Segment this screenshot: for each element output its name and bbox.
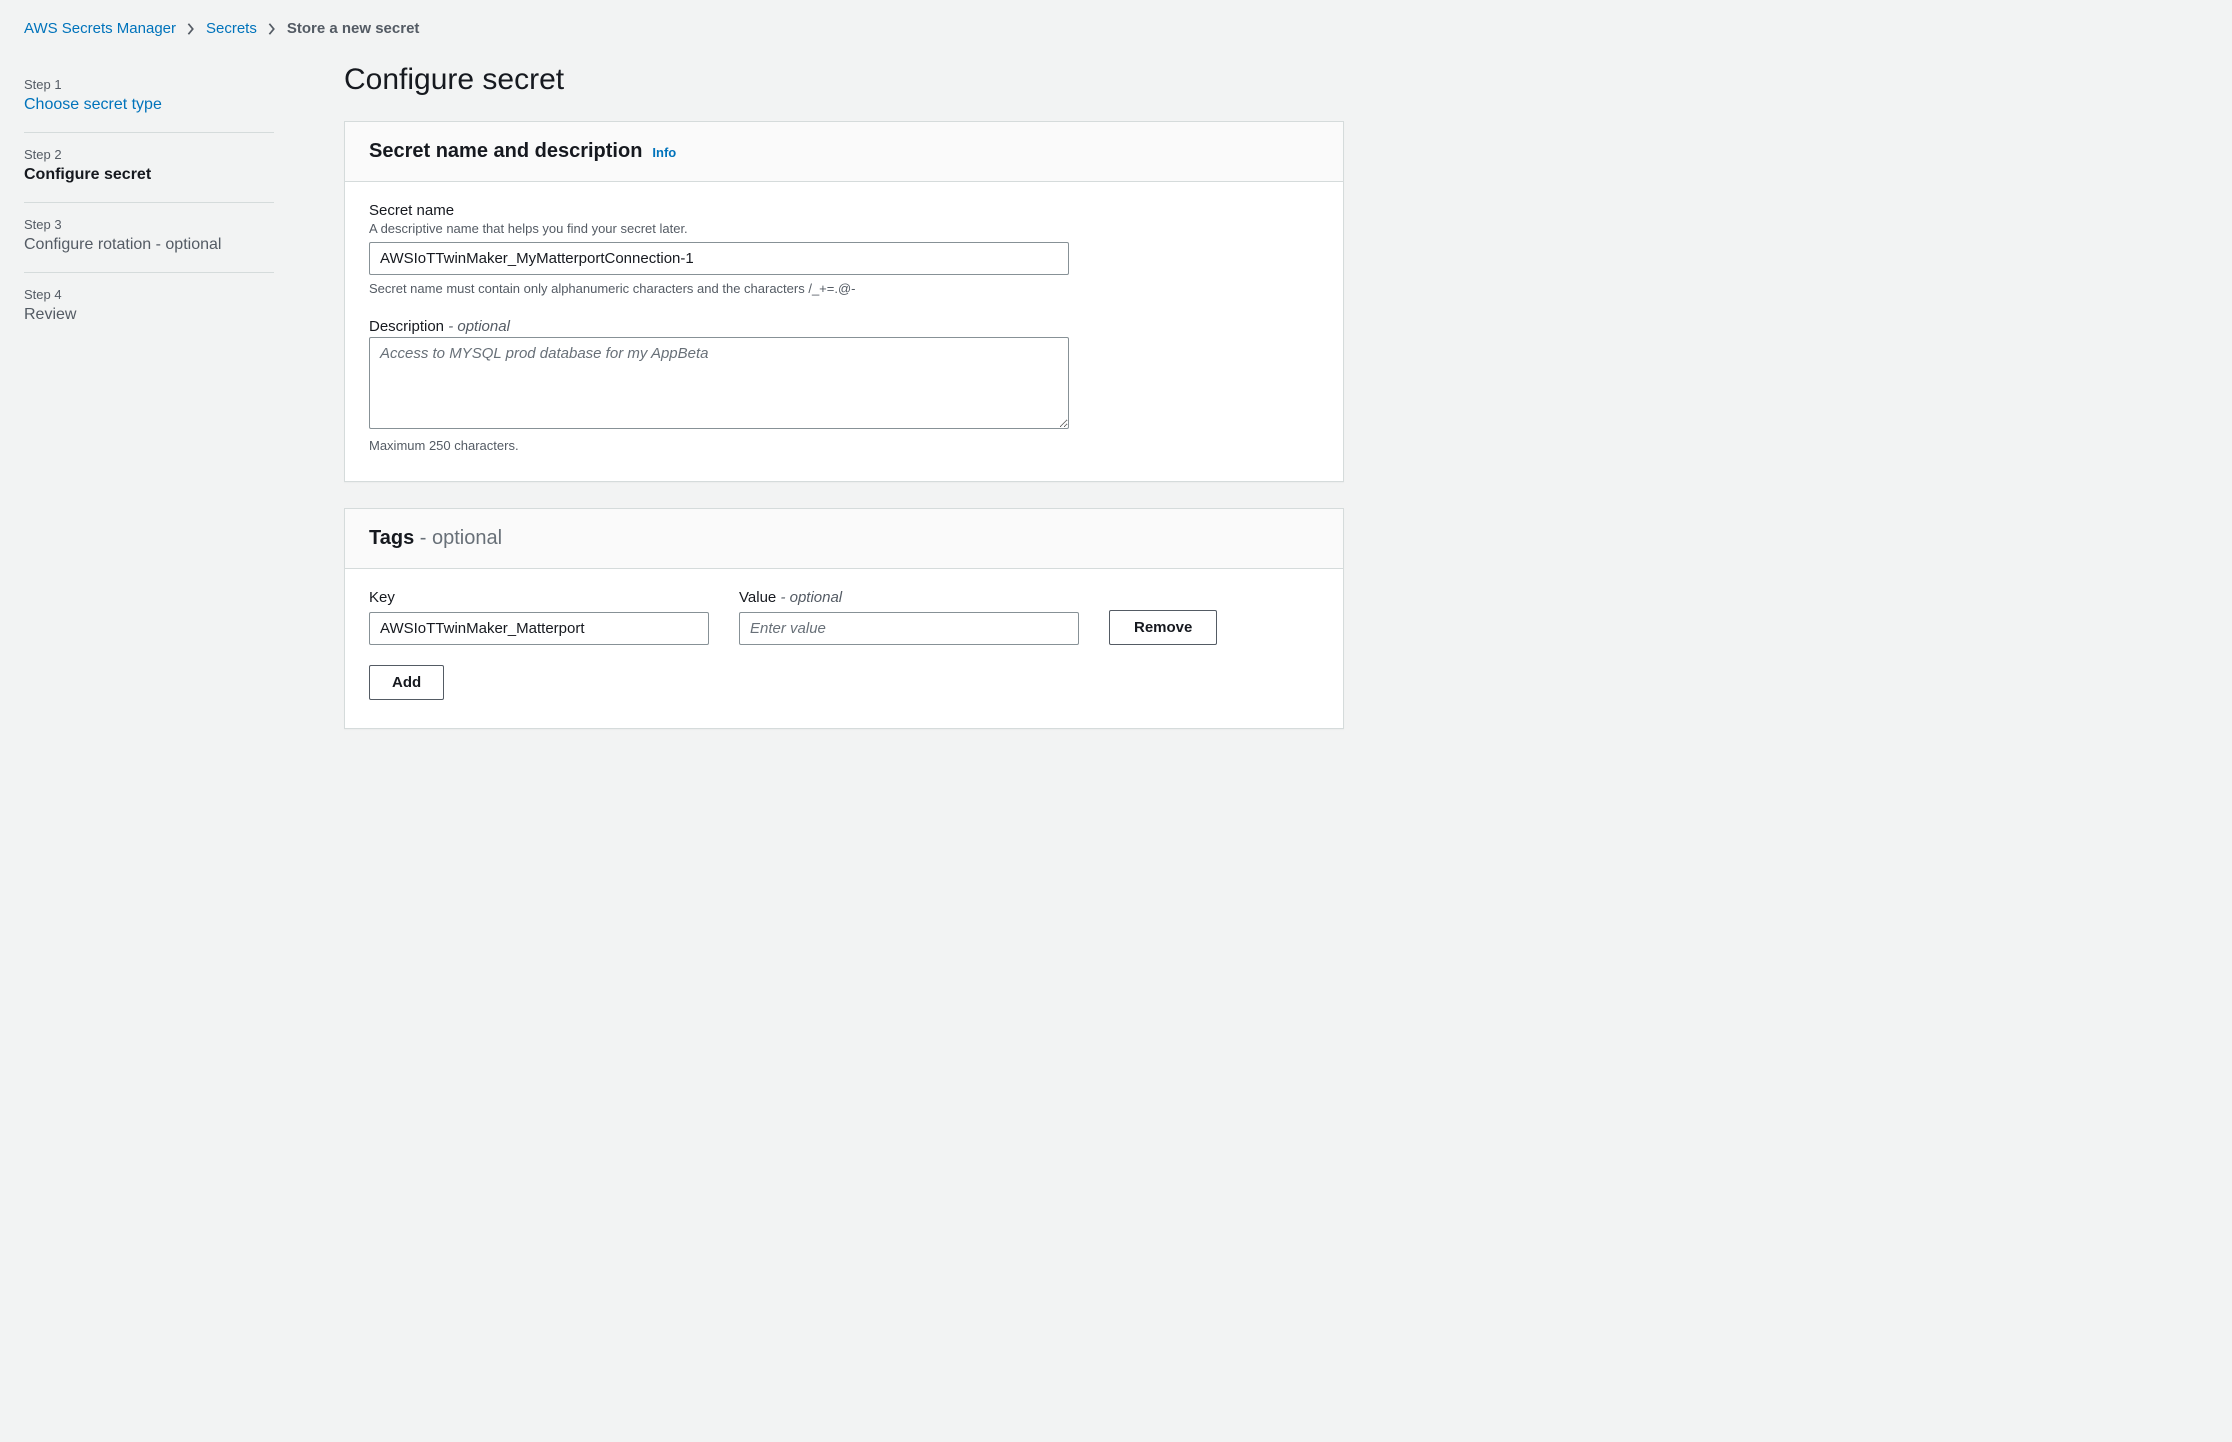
main-content: Configure secret Secret name and descrip… (344, 63, 1344, 755)
field-label-text: Value (739, 589, 776, 606)
panel-header: Tags - optional (345, 509, 1343, 569)
panel-header: Secret name and description Info (345, 122, 1343, 182)
step-3: Step 3 Configure rotation - optional (24, 203, 274, 273)
remove-tag-button[interactable]: Remove (1109, 610, 1217, 645)
panel-tags: Tags - optional Key Value - optional (344, 508, 1344, 729)
step-title: Configure rotation - optional (24, 236, 274, 254)
breadcrumb: AWS Secrets Manager Secrets Store a new … (24, 20, 2208, 37)
optional-suffix: - optional (448, 318, 510, 335)
field-label: Value - optional (739, 589, 1079, 606)
breadcrumb-current: Store a new secret (287, 20, 420, 37)
step-title: Choose secret type (24, 96, 274, 114)
tag-key-column: Key (369, 589, 709, 645)
step-title: Configure secret (24, 166, 274, 184)
breadcrumb-link-service[interactable]: AWS Secrets Manager (24, 20, 176, 37)
field-help: A descriptive name that helps you find y… (369, 221, 1069, 236)
field-constraint: Maximum 250 characters. (369, 438, 1069, 453)
tag-value-column: Value - optional (739, 589, 1079, 645)
panel-heading: Tags - optional (369, 527, 502, 550)
panel-heading: Secret name and description (369, 140, 642, 163)
step-title: Review (24, 306, 274, 324)
info-link[interactable]: Info (652, 145, 676, 160)
tag-key-input[interactable] (369, 612, 709, 645)
step-number: Step 2 (24, 147, 274, 162)
chevron-right-icon (186, 22, 196, 36)
add-tag-button[interactable]: Add (369, 665, 444, 700)
breadcrumb-link-secrets[interactable]: Secrets (206, 20, 257, 37)
step-2: Step 2 Configure secret (24, 133, 274, 203)
step-number: Step 3 (24, 217, 274, 232)
field-label: Secret name (369, 202, 1069, 219)
step-number: Step 4 (24, 287, 274, 302)
description-textarea[interactable] (369, 337, 1069, 429)
panel-secret-name: Secret name and description Info Secret … (344, 121, 1344, 482)
field-label: Description - optional (369, 318, 1069, 335)
optional-suffix: - optional (420, 527, 502, 549)
field-constraint: Secret name must contain only alphanumer… (369, 281, 1069, 296)
field-label: Key (369, 589, 709, 606)
secret-name-input[interactable] (369, 242, 1069, 275)
optional-suffix: - optional (780, 589, 842, 606)
tag-row: Key Value - optional Remove (369, 589, 1319, 645)
step-nav: Step 1 Choose secret type Step 2 Configu… (24, 63, 274, 342)
tag-remove-column: Remove (1109, 610, 1217, 645)
step-4: Step 4 Review (24, 273, 274, 342)
step-number: Step 1 (24, 77, 274, 92)
field-secret-name: Secret name A descriptive name that help… (369, 202, 1069, 296)
tag-value-input[interactable] (739, 612, 1079, 645)
chevron-right-icon (267, 22, 277, 36)
step-1[interactable]: Step 1 Choose secret type (24, 63, 274, 133)
page-title: Configure secret (344, 63, 1344, 97)
field-label-text: Description (369, 318, 444, 335)
panel-heading-text: Tags (369, 527, 414, 549)
field-description: Description - optional Maximum 250 chara… (369, 318, 1069, 453)
